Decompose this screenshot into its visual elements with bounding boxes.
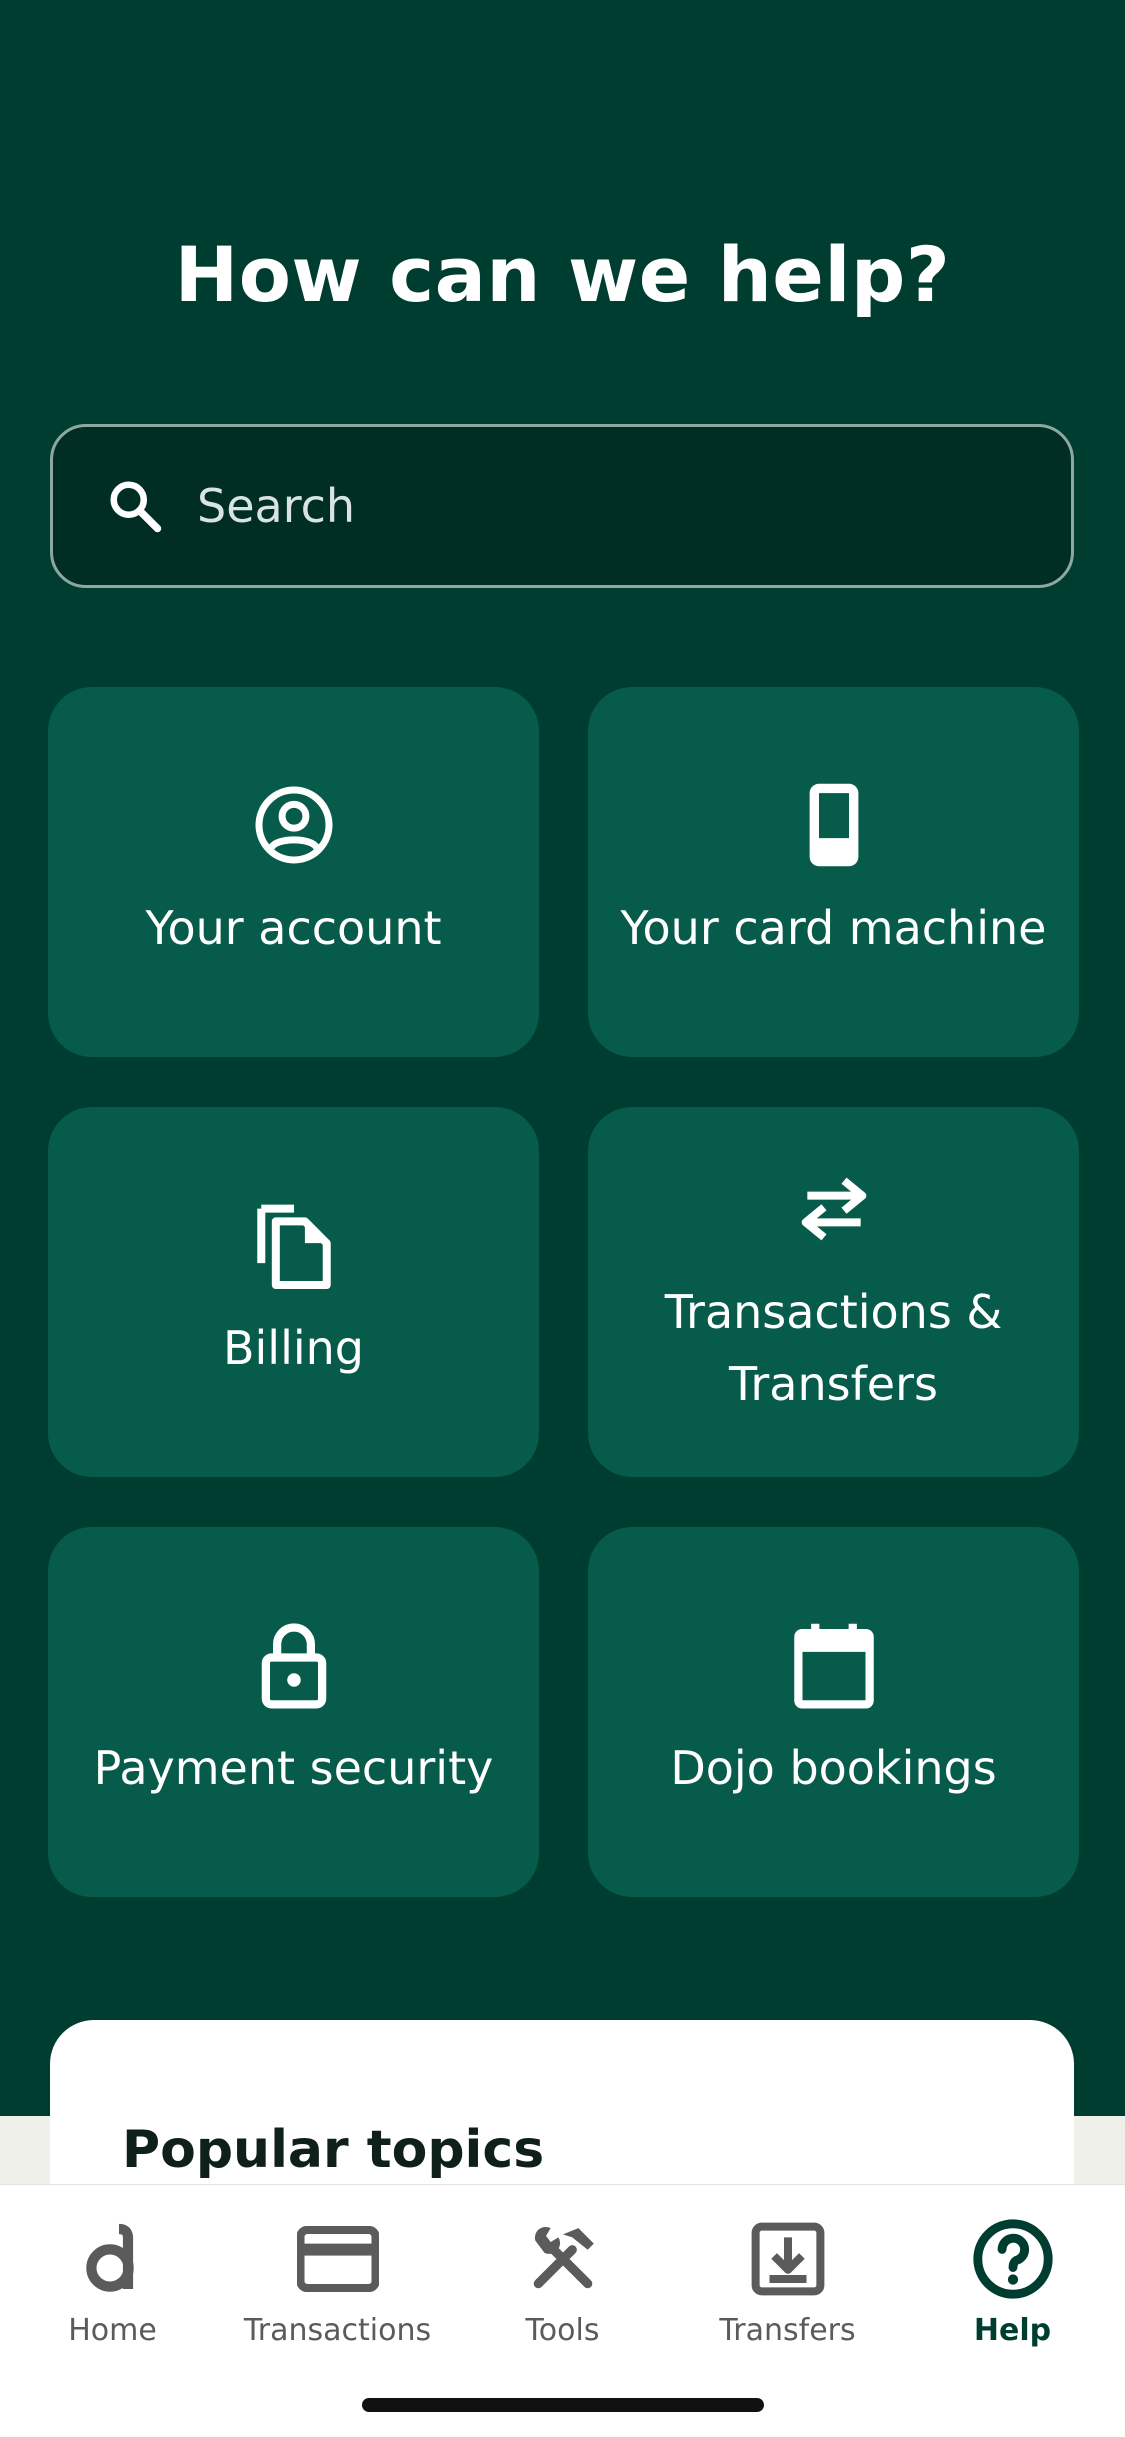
tile-label: Transactions & Transfers: [664, 1285, 1003, 1411]
swap-arrows-icon: [801, 1177, 866, 1241]
page-title: How can we help?: [174, 230, 951, 319]
documents-icon: [256, 1204, 331, 1289]
tab-label: Transfers: [719, 2313, 856, 2348]
tile-transactions-transfers[interactable]: Transactions & Transfers: [588, 1107, 1079, 1477]
popular-topics-title: Popular topics: [122, 2120, 545, 2180]
tile-dojo-bookings[interactable]: Dojo bookings: [588, 1527, 1079, 1897]
tab-label: Home: [68, 2313, 157, 2348]
tile-label: Billing: [222, 1321, 365, 1375]
tile-billing[interactable]: Billing: [48, 1107, 539, 1477]
account-circle-icon: [255, 786, 332, 864]
tile-label: Dojo bookings: [670, 1741, 997, 1795]
tile-payment-security[interactable]: Payment security: [48, 1527, 539, 1897]
card-icon: [296, 2226, 379, 2292]
lock-icon: [261, 1623, 326, 1709]
tile-label: Your card machine: [620, 901, 1047, 955]
card-machine-icon: [809, 783, 858, 867]
tab-label: Transactions: [243, 2313, 432, 2348]
search-icon: [110, 481, 162, 533]
tab-help[interactable]: Help: [900, 2203, 1125, 2363]
tab-label: Tools: [525, 2313, 600, 2348]
help-circle-icon: [972, 2219, 1053, 2299]
tab-tools[interactable]: Tools: [450, 2203, 675, 2363]
tab-home[interactable]: Home: [0, 2203, 225, 2363]
tab-label: Help: [973, 2313, 1052, 2348]
tile-label: Your account: [145, 901, 442, 955]
tile-your-account[interactable]: Your account: [48, 687, 539, 1057]
search-input[interactable]: Search: [50, 424, 1074, 588]
tab-transactions[interactable]: Transactions: [225, 2203, 450, 2363]
calendar-icon: [793, 1623, 874, 1709]
search-placeholder: Search: [197, 479, 356, 533]
tab-transfers[interactable]: Transfers: [675, 2203, 900, 2363]
home-indicator: [362, 2398, 764, 2412]
download-tray-icon: [751, 2222, 824, 2296]
tools-icon: [533, 2226, 594, 2289]
tile-label: Payment security: [93, 1741, 494, 1795]
tile-your-card-machine[interactable]: Your card machine: [588, 687, 1079, 1057]
dojo-logo-icon: [85, 2223, 134, 2292]
